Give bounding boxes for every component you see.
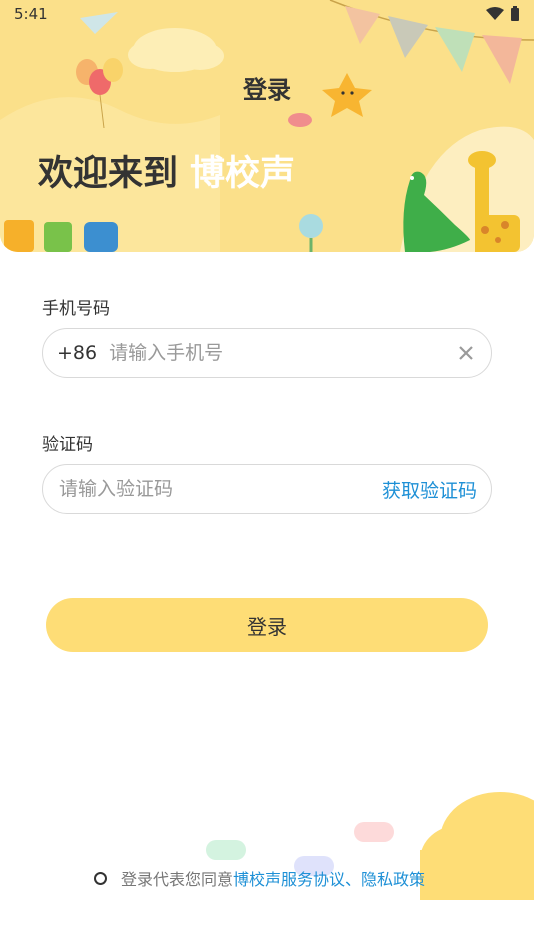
code-field: 获取验证码	[42, 464, 492, 514]
country-code-prefix[interactable]: +86	[57, 342, 97, 364]
privacy-policy-link[interactable]: 隐私政策	[361, 866, 425, 890]
status-bar: 5:41	[0, 0, 534, 28]
battery-icon	[511, 6, 519, 21]
welcome-text: 欢迎来到	[38, 154, 179, 194]
agreement-row: 登录代表您同意 博校声服务协议 、 隐私政策	[94, 866, 425, 890]
agreement-radio[interactable]	[94, 871, 107, 885]
phone-input[interactable]	[107, 341, 455, 365]
code-label: 验证码	[42, 435, 93, 455]
wifi-icon	[486, 7, 504, 20]
agreement-separator: 、	[345, 870, 362, 889]
get-code-button[interactable]: 获取验证码	[382, 476, 477, 503]
brand-name: 博校声	[190, 154, 296, 194]
status-time: 5:41	[14, 5, 48, 23]
phone-label: 手机号码	[42, 299, 110, 319]
banner-illustration	[0, 0, 534, 252]
login-button[interactable]: 登录	[46, 598, 488, 652]
status-icons	[486, 6, 520, 22]
clear-icon[interactable]	[455, 342, 477, 364]
service-agreement-link[interactable]: 博校声服务协议	[233, 866, 345, 890]
phone-field: +86	[42, 328, 492, 378]
welcome-heading: 欢迎来到 博校声	[38, 145, 295, 196]
page-title: 登录	[243, 76, 291, 104]
code-input[interactable]	[57, 477, 382, 501]
agreement-prefix: 登录代表您同意	[121, 870, 234, 889]
header-banner: 5:41 登录 欢迎来到 博校声	[0, 0, 534, 252]
